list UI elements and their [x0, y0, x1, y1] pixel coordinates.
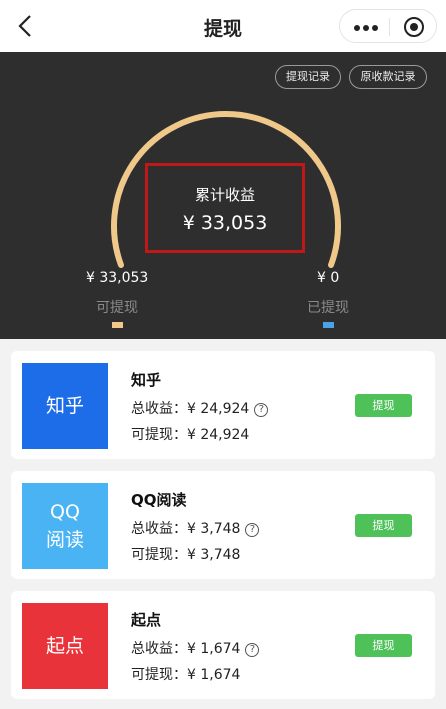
- withdrawable-label: 可提现：: [131, 667, 187, 683]
- total-earnings-value: ¥ 33,053: [182, 212, 268, 234]
- withdrawable-label: 可提现：: [131, 427, 187, 443]
- withdraw-button[interactable]: 提现: [355, 514, 412, 537]
- platform-name: 起点: [131, 611, 162, 629]
- logo-text: QQ: [50, 501, 80, 523]
- withdrawable-amount: ¥ 24,924: [187, 427, 250, 443]
- logo-text: 知乎: [45, 395, 84, 417]
- withdrawable-amount: ¥ 3,748: [187, 547, 241, 563]
- total-label: 总收益：: [131, 401, 187, 417]
- question-icon[interactable]: ?: [254, 403, 269, 417]
- withdraw-button[interactable]: 提现: [355, 634, 412, 657]
- withdrawable-row: 可提现：¥ 1,674: [131, 664, 240, 684]
- target-icon[interactable]: [404, 17, 424, 37]
- more-dots-icon[interactable]: [354, 25, 378, 31]
- withdraw-button[interactable]: 提现: [355, 394, 412, 417]
- withdrawable-label: 可提现: [96, 300, 138, 316]
- withdrawable-value: ¥ 33,053: [86, 270, 149, 286]
- question-icon[interactable]: ?: [245, 523, 260, 537]
- platform-logo: 起点: [22, 603, 108, 689]
- platform-name: 知乎: [131, 371, 162, 389]
- platform-card-zhihu: 知乎 知乎 总收益：¥ 24,924? 可提现：¥ 24,924 提现: [11, 351, 435, 459]
- platform-card-qidian: 起点 起点 总收益：¥ 1,674? 可提现：¥ 1,674 提现: [11, 591, 435, 699]
- total-label: 总收益：: [131, 521, 187, 537]
- question-icon[interactable]: ?: [245, 643, 260, 657]
- platform-name: QQ阅读: [131, 491, 187, 509]
- withdrawable-label: 可提现：: [131, 547, 187, 563]
- top-nav-bar: 提现: [0, 0, 446, 52]
- logo-text: 阅读: [45, 529, 84, 551]
- logo-text: 起点: [45, 635, 84, 657]
- total-earnings-row: 总收益：¥ 24,924?: [131, 398, 269, 418]
- summary-highlight-box: [145, 163, 305, 253]
- withdrawn-legend-marker: [323, 322, 334, 328]
- mini-program-capsule: [339, 9, 437, 43]
- total-earnings-row: 总收益：¥ 3,748?: [131, 518, 260, 538]
- withdrawable-row: 可提现：¥ 24,924: [131, 424, 249, 444]
- total-label: 总收益：: [131, 641, 187, 657]
- withdrawable-legend-marker: [112, 322, 123, 328]
- earnings-summary-panel: 提现记录 原收款记录 累计收益 ¥ 33,053 ¥ 33,053 可提现 ¥ …: [0, 52, 446, 339]
- platform-logo: QQ 阅读: [22, 483, 108, 569]
- platform-logo: 知乎: [22, 363, 108, 449]
- withdrawable-row: 可提现：¥ 3,748: [131, 544, 240, 564]
- withdrawable-amount: ¥ 1,674: [187, 667, 241, 683]
- platform-card-qq-reading: QQ 阅读 QQ阅读 总收益：¥ 3,748? 可提现：¥ 3,748 提现: [11, 471, 435, 579]
- total-value: ¥ 3,748: [187, 521, 241, 537]
- withdrawn-value: ¥ 0: [317, 270, 340, 286]
- total-value: ¥ 1,674: [187, 641, 241, 657]
- withdrawn-label: 已提现: [307, 300, 349, 316]
- total-value: ¥ 24,924: [187, 401, 250, 417]
- capsule-divider: [389, 18, 390, 36]
- total-earnings-label: 累计收益: [194, 186, 255, 204]
- total-earnings-row: 总收益：¥ 1,674?: [131, 638, 260, 658]
